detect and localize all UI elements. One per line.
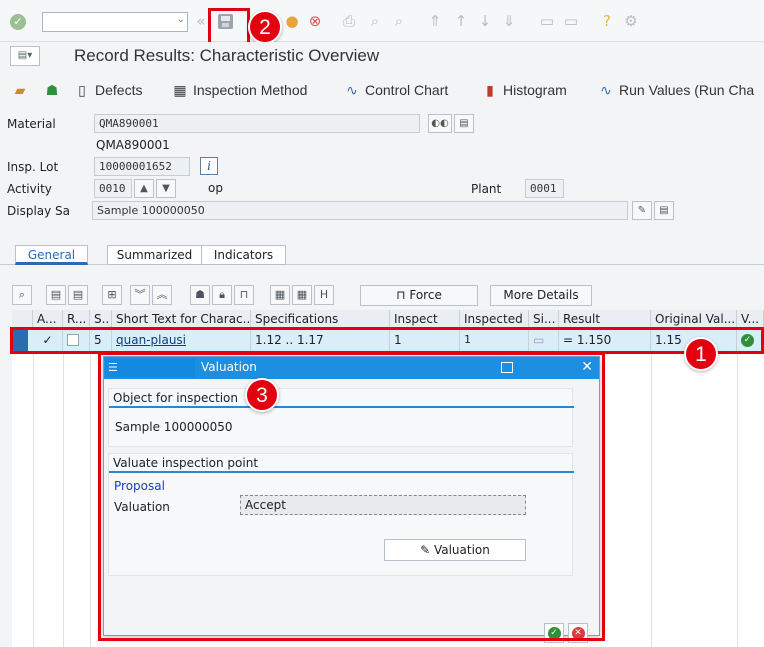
triangle-up-icon[interactable]: ▲ bbox=[134, 179, 154, 198]
command-field[interactable]: ⌄ bbox=[42, 12, 188, 32]
material-field[interactable]: QMA890001 bbox=[94, 114, 420, 133]
tab-indicators[interactable]: Indicators bbox=[201, 245, 286, 265]
column-line bbox=[737, 351, 738, 647]
material-description: QMA890001 bbox=[96, 138, 170, 152]
tab-general[interactable]: General bbox=[15, 245, 88, 265]
command-input[interactable] bbox=[43, 13, 163, 31]
defects-button[interactable]: ▯ Defects bbox=[74, 79, 142, 101]
dialog-highlight bbox=[98, 352, 605, 641]
chevron-down-icon[interactable]: ⌄ bbox=[177, 14, 185, 25]
column-line bbox=[33, 351, 34, 647]
callout-row: 1 bbox=[684, 337, 718, 371]
more-details-button[interactable]: More Details bbox=[490, 285, 592, 306]
create-session-icon[interactable]: ▭ bbox=[538, 12, 556, 30]
activity-label: Activity bbox=[7, 182, 52, 196]
inspection-method-label: Inspection Method bbox=[193, 82, 308, 98]
glasses-icon[interactable]: ◐◐ bbox=[428, 114, 452, 133]
previous-page-icon[interactable]: ↑ bbox=[452, 12, 470, 30]
callout-dialog: 3 bbox=[245, 378, 279, 412]
insp-lot-label: Insp. Lot bbox=[7, 160, 59, 174]
save-highlight bbox=[208, 8, 250, 46]
plant-field[interactable]: 0001 bbox=[525, 179, 564, 198]
inspection-method-button[interactable]: ▦ Inspection Method bbox=[172, 79, 307, 101]
title-bar: ▤▾ Record Results: Characteristic Overvi… bbox=[0, 42, 764, 74]
defects-label: Defects bbox=[95, 82, 143, 98]
force-label: Force bbox=[409, 288, 442, 302]
deselect-all-icon[interactable]: ▤ bbox=[68, 285, 88, 305]
select-all-icon[interactable]: ▤ bbox=[46, 285, 66, 305]
expand-icon[interactable]: ︾ bbox=[130, 285, 150, 305]
triangle-down-icon[interactable]: ▼ bbox=[156, 179, 176, 198]
person-icon: ☗ bbox=[45, 82, 59, 98]
callout-save: 2 bbox=[248, 10, 282, 44]
settings-icon[interactable]: ⚙ bbox=[622, 12, 640, 30]
header-form: Material QMA890001 ◐◐ ▤ QMA890001 Insp. … bbox=[0, 108, 764, 228]
find-icon[interactable]: ⌕ bbox=[366, 12, 384, 30]
copy-icon: ▰ bbox=[14, 82, 26, 98]
copy-button[interactable]: ▰ bbox=[12, 79, 33, 101]
chart-icon: ∿ bbox=[346, 82, 358, 98]
collapse-icon[interactable]: ︽ bbox=[152, 285, 172, 305]
table-icon[interactable]: ▦ bbox=[292, 285, 312, 305]
application-toolbar: ▰ ☗ ▯ Defects ▦ Inspection Method ∿ Control… bbox=[0, 74, 764, 104]
add-row-icon[interactable]: ⊞ bbox=[102, 285, 122, 305]
shortcut-icon[interactable]: ▭ bbox=[562, 12, 580, 30]
tab-summarized[interactable]: Summarized bbox=[107, 245, 202, 265]
control-chart-label: Control Chart bbox=[365, 82, 449, 98]
pencil-icon[interactable]: ✎ bbox=[632, 201, 652, 220]
lock-icon[interactable]: 🔒︎ bbox=[212, 285, 232, 305]
menu-icon[interactable]: ▤▾ bbox=[10, 46, 40, 66]
table-toolbar: ⌕ ▤ ▤ ⊞ ︾ ︽ ☗ 🔒︎ ⊓ ▦ ▦ H ⊓ Force More De… bbox=[12, 285, 764, 307]
select-sample-icon[interactable]: ▤ bbox=[654, 201, 674, 220]
find-next-icon[interactable]: ⌕ bbox=[390, 12, 408, 30]
h-icon[interactable]: H bbox=[314, 285, 334, 305]
details-icon[interactable]: ⌕ bbox=[12, 285, 32, 305]
run-values-label: Run Values (Run Cha bbox=[619, 82, 755, 98]
person-lock-icon[interactable]: ☗ bbox=[190, 285, 210, 305]
control-chart-button[interactable]: ∿ Control Chart bbox=[344, 79, 448, 101]
exit-icon[interactable]: ● bbox=[283, 12, 301, 30]
column-line bbox=[90, 351, 91, 647]
insp-lot-field[interactable]: 10000001652 bbox=[94, 157, 190, 176]
force-button[interactable]: ⊓ Force bbox=[360, 285, 478, 306]
method-icon: ▦ bbox=[173, 82, 187, 98]
display-sample-label: Display Sa bbox=[7, 204, 71, 218]
system-toolbar: ✓ ⌄ « ● ⊗ ⎙ ⌕ ⌕ ⇑ ↑ ↓ ⇓ ▭ ▭ ? ⚙ bbox=[0, 0, 764, 42]
histogram-label: Histogram bbox=[503, 82, 567, 98]
next-page-icon[interactable]: ↓ bbox=[476, 12, 494, 30]
unlock-icon[interactable]: ⊓ bbox=[234, 285, 254, 305]
info-icon[interactable]: i bbox=[200, 157, 218, 175]
document-icon: ▯ bbox=[78, 82, 86, 98]
plant-label: Plant bbox=[471, 182, 502, 196]
display-sample-field[interactable]: Sample 100000050 bbox=[92, 201, 628, 220]
row-highlight bbox=[10, 327, 764, 354]
activity-field[interactable]: 0010 bbox=[94, 179, 132, 198]
run-chart-icon: ∿ bbox=[600, 82, 612, 98]
lock-icon-small: ⊓ bbox=[396, 288, 410, 302]
run-values-button[interactable]: ∿ Run Values (Run Cha bbox=[598, 79, 754, 101]
column-line bbox=[63, 351, 64, 647]
material-label: Material bbox=[7, 117, 56, 131]
enter-icon[interactable]: ✓ bbox=[10, 14, 26, 30]
column-line bbox=[651, 351, 652, 647]
cancel-icon[interactable]: ⊗ bbox=[306, 12, 324, 30]
last-page-icon[interactable]: ⇓ bbox=[500, 12, 518, 30]
first-page-icon[interactable]: ⇑ bbox=[426, 12, 444, 30]
histogram-button[interactable]: ▮ Histogram bbox=[482, 79, 567, 101]
help-icon[interactable]: ? bbox=[598, 12, 616, 30]
calculator-icon[interactable]: ▦ bbox=[270, 285, 290, 305]
long-text-icon[interactable]: ▤ bbox=[454, 114, 474, 133]
activity-description: op bbox=[208, 181, 223, 195]
page-title: Record Results: Characteristic Overview bbox=[74, 46, 380, 65]
print-icon[interactable]: ⎙ bbox=[340, 12, 358, 30]
person-button[interactable]: ☗ bbox=[44, 79, 65, 101]
histogram-icon: ▮ bbox=[486, 82, 494, 98]
